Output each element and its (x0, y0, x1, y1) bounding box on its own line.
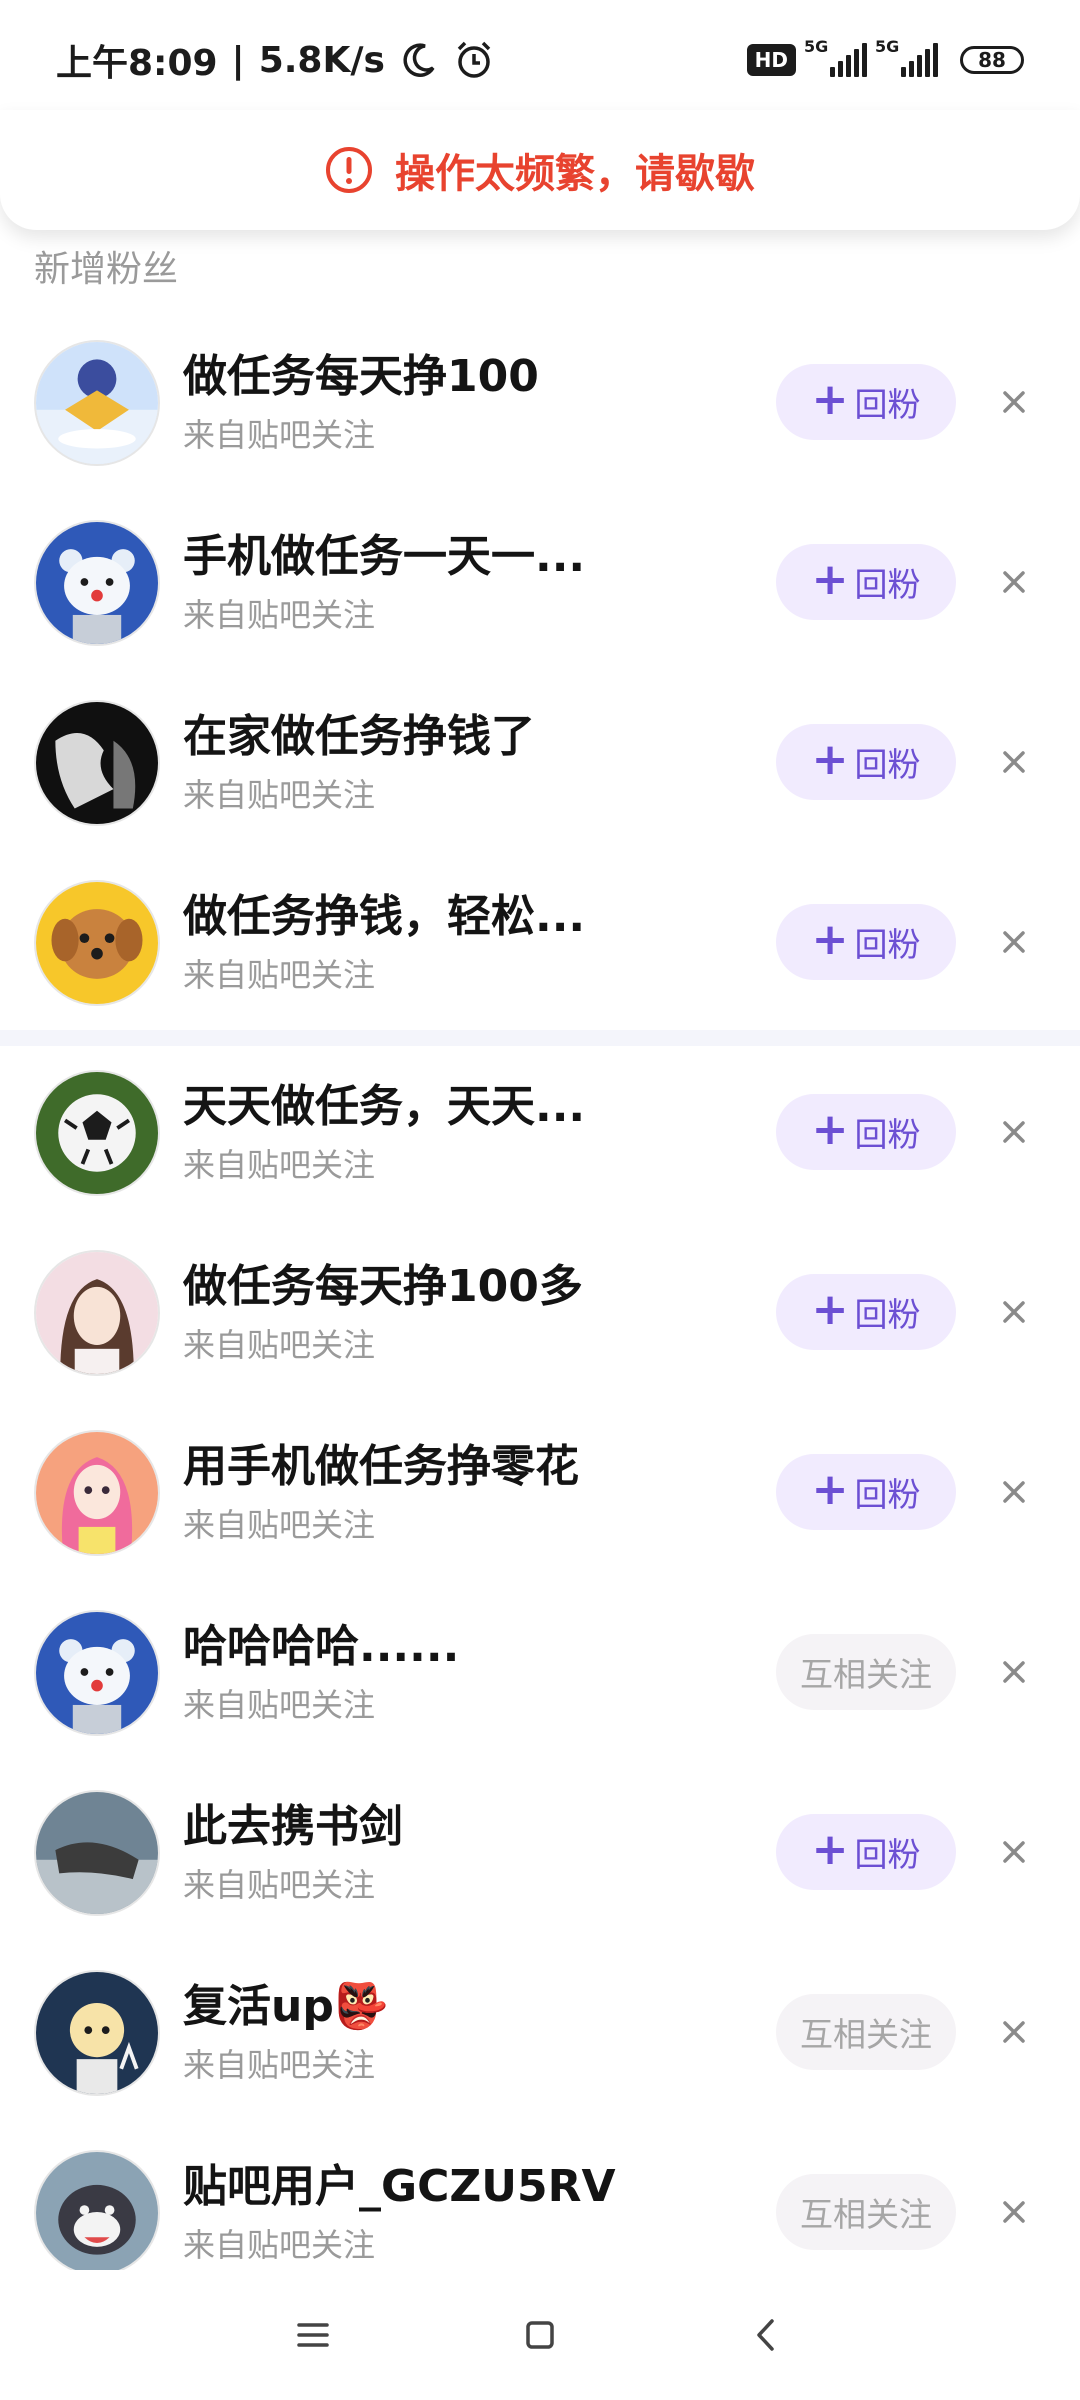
status-separator: | (231, 39, 245, 81)
follower-name: 做任务挣钱，轻松... (183, 891, 586, 942)
status-left: 上午8:09 | 5.8K/s (56, 34, 495, 86)
avatar[interactable] (34, 880, 160, 1006)
follower-name: 做任务每天挣100 (183, 351, 539, 402)
list-item[interactable]: 做任务挣钱，轻松... 来自贴吧关注 + 回粉 (0, 850, 1080, 1030)
follower-source: 来自贴吧关注 (183, 2226, 376, 2264)
battery-level: 88 (978, 48, 1006, 72)
hd-badge: HD (746, 44, 796, 76)
avatar[interactable] (34, 1250, 160, 1376)
list-item[interactable]: 做任务每天挣100多 来自贴吧关注 + 回粉 (0, 1220, 1080, 1400)
section-title: 新增粉丝 (34, 249, 179, 290)
close-icon[interactable] (996, 384, 1032, 420)
close-icon[interactable] (996, 2194, 1032, 2230)
follow-back-button[interactable]: + 回粉 (776, 904, 956, 980)
toast-notification: 操作太频繁，请歇歇 (0, 110, 1080, 230)
avatar[interactable] (34, 520, 160, 646)
mutual-follow-button[interactable]: 互相关注 (776, 1994, 956, 2070)
close-icon[interactable] (996, 744, 1032, 780)
battery-icon: 88 (960, 46, 1024, 74)
mutual-follow-button[interactable]: 互相关注 (776, 1634, 956, 1710)
back-chevron-icon[interactable] (747, 2315, 787, 2355)
plus-icon: + (811, 1824, 849, 1875)
status-time: 上午8:09 (56, 43, 218, 84)
moon-icon (399, 40, 439, 80)
follower-list: 做任务每天挣100 来自贴吧关注 + 回粉 手机做任务一天一... 来自贴吧关注 … (0, 310, 1080, 1030)
list-item[interactable]: 复活up👺 来自贴吧关注 互相关注 (0, 1940, 1080, 2120)
plus-icon: + (811, 1104, 849, 1155)
status-right: HD 5G 5G 88 (746, 37, 1024, 77)
list-item[interactable]: 做任务每天挣100 来自贴吧关注 + 回粉 (0, 310, 1080, 490)
signal-icon: 5G (875, 37, 938, 77)
avatar[interactable] (34, 1430, 160, 1556)
follower-list: 天天做任务，天天... 来自贴吧关注 + 回粉 做任务每天挣100多 来自贴吧关注… (0, 1040, 1080, 2300)
follow-back-button[interactable]: + 回粉 (776, 544, 956, 620)
close-icon[interactable] (996, 1114, 1032, 1150)
avatar[interactable] (34, 1970, 160, 2096)
close-icon[interactable] (996, 564, 1032, 600)
system-nav-bar (0, 2270, 1080, 2400)
plus-icon: + (811, 374, 849, 425)
status-speed: 5.8K/s (258, 39, 385, 81)
follower-name: 在家做任务挣钱了 (183, 711, 535, 762)
avatar[interactable] (34, 1070, 160, 1196)
plus-icon: + (811, 914, 849, 965)
close-icon[interactable] (996, 1294, 1032, 1330)
close-icon[interactable] (996, 1474, 1032, 1510)
alarm-icon (453, 39, 495, 81)
list-item[interactable]: 哈哈哈哈...... 来自贴吧关注 互相关注 (0, 1580, 1080, 1760)
follower-source: 来自贴吧关注 (183, 596, 376, 634)
list-item[interactable]: 用手机做任务挣零花 来自贴吧关注 + 回粉 (0, 1400, 1080, 1580)
avatar[interactable] (34, 340, 160, 466)
new-followers-screen: 上午8:09 | 5.8K/s HD 5G 5G 88 操作太频繁，请歇歇 新增… (0, 0, 1080, 2400)
avatar[interactable] (34, 700, 160, 826)
warning-icon (325, 146, 373, 194)
follower-name: 复活up👺 (183, 1981, 389, 2032)
plus-icon: + (811, 734, 849, 785)
follower-name: 天天做任务，天天... (183, 1081, 586, 1132)
plus-icon: + (811, 1284, 849, 1335)
follow-back-button[interactable]: + 回粉 (776, 1094, 956, 1170)
plus-icon: + (811, 1464, 849, 1515)
follower-source: 来自贴吧关注 (183, 416, 376, 454)
plus-icon: + (811, 554, 849, 605)
follower-name: 手机做任务一天一... (183, 531, 586, 582)
status-bar: 上午8:09 | 5.8K/s HD 5G 5G 88 (0, 0, 1080, 120)
follower-name: 哈哈哈哈...... (183, 1621, 460, 1672)
close-icon[interactable] (996, 924, 1032, 960)
follower-name: 用手机做任务挣零花 (183, 1441, 579, 1492)
list-item[interactable]: 此去携书剑 来自贴吧关注 + 回粉 (0, 1760, 1080, 1940)
follower-source: 来自贴吧关注 (183, 2046, 376, 2084)
follow-back-button[interactable]: + 回粉 (776, 724, 956, 800)
follower-source: 来自贴吧关注 (183, 1506, 376, 1544)
follow-back-button[interactable]: + 回粉 (776, 1274, 956, 1350)
avatar[interactable] (34, 2150, 160, 2276)
follower-source: 来自贴吧关注 (183, 956, 376, 994)
close-icon[interactable] (996, 1834, 1032, 1870)
menu-icon[interactable] (293, 2315, 333, 2355)
follower-source: 来自贴吧关注 (183, 776, 376, 814)
follow-back-button[interactable]: + 回粉 (776, 364, 956, 440)
follower-name: 此去携书剑 (183, 1801, 403, 1852)
follower-source: 来自贴吧关注 (183, 1326, 376, 1364)
follow-back-button[interactable]: + 回粉 (776, 1454, 956, 1530)
mutual-follow-button[interactable]: 互相关注 (776, 2174, 956, 2250)
home-square-icon[interactable] (520, 2315, 560, 2355)
list-item[interactable]: 在家做任务挣钱了 来自贴吧关注 + 回粉 (0, 670, 1080, 850)
close-icon[interactable] (996, 2014, 1032, 2050)
network-type: 5G (804, 37, 829, 56)
list-item[interactable]: 手机做任务一天一... 来自贴吧关注 + 回粉 (0, 490, 1080, 670)
avatar[interactable] (34, 1610, 160, 1736)
follower-source: 来自贴吧关注 (183, 1146, 376, 1184)
follower-name: 贴吧用户_GCZU5RV (183, 2161, 616, 2212)
follower-source: 来自贴吧关注 (183, 1686, 376, 1724)
list-item[interactable]: 天天做任务，天天... 来自贴吧关注 + 回粉 (0, 1040, 1080, 1220)
follower-name: 做任务每天挣100多 (183, 1261, 583, 1312)
toast-message: 操作太频繁，请歇歇 (395, 151, 755, 197)
avatar[interactable] (34, 1790, 160, 1916)
follower-source: 来自贴吧关注 (183, 1866, 376, 1904)
follow-back-button[interactable]: + 回粉 (776, 1814, 956, 1890)
network-type: 5G (875, 37, 900, 56)
signal-icon: 5G (804, 37, 867, 77)
close-icon[interactable] (996, 1654, 1032, 1690)
